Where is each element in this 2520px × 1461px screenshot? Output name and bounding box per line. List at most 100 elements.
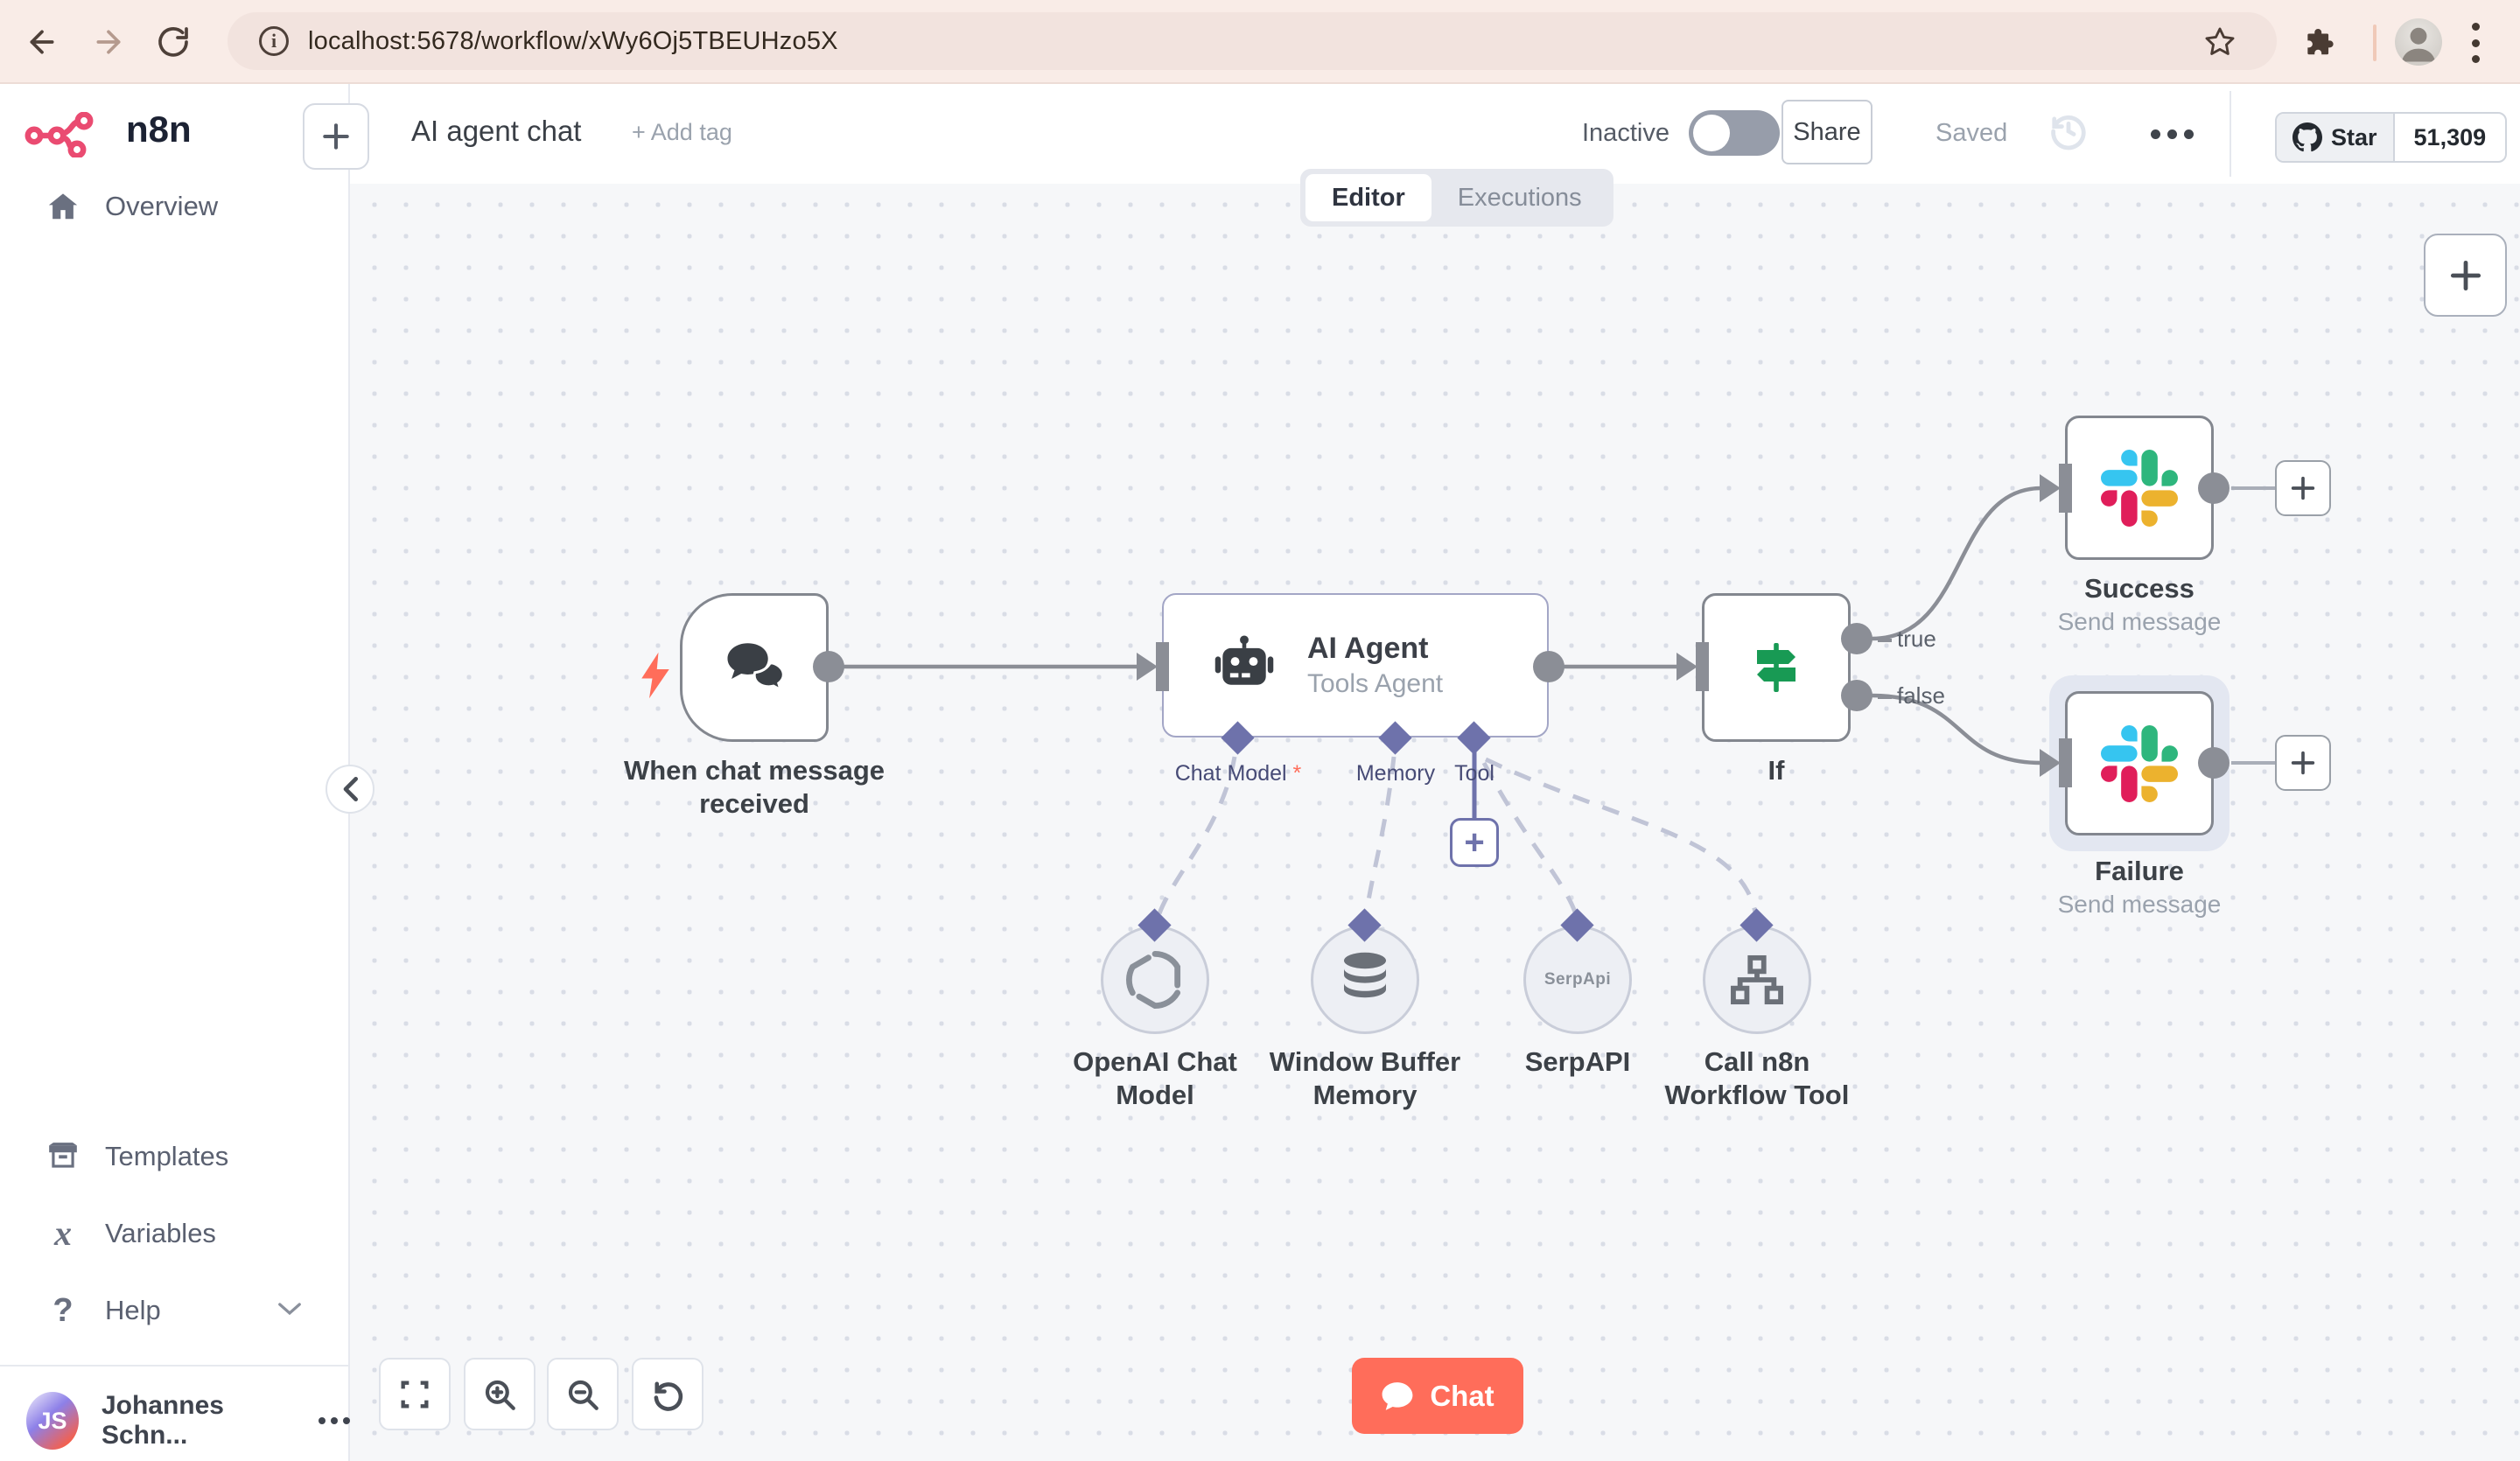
site-info-icon[interactable]: i (259, 26, 289, 56)
chevron-down-icon (276, 1300, 303, 1322)
github-star-button[interactable]: Star (2277, 114, 2395, 161)
node-call-n8n-workflow-tool[interactable] (1703, 926, 1811, 1034)
user-initials: JS (38, 1407, 67, 1434)
node-if[interactable] (1702, 593, 1851, 742)
node-when-chat-message-received[interactable] (680, 593, 829, 742)
new-workflow-button[interactable] (303, 103, 369, 170)
node-window-buffer-memory[interactable] (1311, 926, 1419, 1034)
chat-button[interactable]: Chat (1352, 1358, 1523, 1434)
tab-editor[interactable]: Editor (1306, 174, 1432, 221)
editor-executions-tabs: Editor Executions (1300, 169, 1614, 227)
zoom-in-button[interactable] (464, 1358, 536, 1430)
sidebar-item-help[interactable]: ? Help (0, 1283, 350, 1339)
activate-toggle[interactable] (1689, 110, 1780, 156)
openai-node-label: OpenAI Chat Model (1073, 1046, 1237, 1110)
n8n-app: n8n Overview Templates x Variables ? Hel… (0, 84, 2520, 1461)
trigger-bolt-icon (637, 650, 674, 705)
share-button[interactable]: Share (1782, 100, 1872, 164)
slack-icon (2068, 694, 2211, 833)
bookmark-star-icon[interactable] (2203, 25, 2236, 63)
sidebar-item-overview[interactable]: Overview (0, 178, 350, 234)
toolbar-separator (2373, 24, 2376, 61)
openai-icon (1126, 951, 1181, 1010)
browser-back-button[interactable] (21, 21, 63, 63)
plus-icon (2291, 751, 2315, 775)
user-name: Johannes Schn... (101, 1391, 224, 1450)
url-text[interactable]: localhost:5678/workflow/xWy6Oj5TBEUHzo5X (308, 27, 838, 56)
failure-node-label: Failure Send message (2057, 856, 2222, 918)
sidebar-item-label: Overview (105, 191, 219, 221)
zoom-to-fit-button[interactable] (379, 1358, 451, 1430)
sidebar-item-variables[interactable]: x Variables (0, 1206, 350, 1262)
required-marker: * (1292, 761, 1302, 786)
add-tool-button[interactable]: + (1450, 818, 1499, 867)
if-node-label: If (1768, 755, 1785, 786)
github-star-label: Star (2331, 123, 2377, 150)
failure-output-endpoint[interactable] (2198, 747, 2230, 779)
header-separator (2230, 91, 2231, 177)
node-ai-agent[interactable]: AI Agent Tools Agent (1162, 593, 1549, 737)
agent-subtitle: Tools Agent (1307, 669, 1444, 698)
browser-reload-button[interactable] (152, 21, 194, 63)
if-false-label: false (1878, 682, 1945, 709)
share-label: Share (1793, 117, 1861, 146)
sidebar-item-templates[interactable]: Templates (0, 1129, 350, 1185)
sidebar-collapse-button[interactable] (326, 765, 374, 814)
node-success[interactable] (2065, 416, 2214, 560)
add-tag-button[interactable]: + Add tag (632, 119, 732, 146)
port-label-chat-model: Chat Model * (1174, 761, 1302, 786)
browser-forward-button[interactable] (88, 21, 130, 63)
history-icon (2046, 108, 2091, 158)
robot-icon (1211, 634, 1278, 696)
browser-profile-avatar[interactable] (2395, 18, 2442, 66)
github-star-widget[interactable]: Star 51,309 (2275, 112, 2508, 163)
saved-status: Saved (1936, 119, 2008, 147)
success-add-node-button[interactable] (2275, 460, 2331, 516)
chat-bubbles-icon (682, 596, 826, 739)
add-node-button[interactable] (2424, 234, 2507, 317)
workflow-menu-button[interactable] (2151, 129, 2194, 139)
workflow-canvas[interactable]: When chat message received AI Agent Tool… (350, 184, 2520, 1461)
variables-x-icon: x (54, 1213, 72, 1253)
zoom-out-icon (568, 1380, 598, 1410)
tab-executions[interactable]: Executions (1432, 174, 1608, 221)
github-octocat-icon (2292, 122, 2322, 152)
templates-box-icon (44, 1140, 82, 1173)
user-menu[interactable]: JS Johannes Schn... (0, 1381, 350, 1461)
serpapi-logo-text: SerpApi (1544, 970, 1612, 989)
n8n-logo-icon[interactable] (24, 111, 108, 162)
node-failure[interactable] (2065, 691, 2214, 835)
user-options-button[interactable] (318, 1417, 350, 1424)
browser-menu-button[interactable] (2469, 23, 2482, 63)
chevron-left-icon (343, 777, 358, 801)
if-false-output-endpoint[interactable] (1841, 680, 1872, 711)
agent-title: AI Agent (1307, 632, 1429, 665)
trigger-output-endpoint[interactable] (813, 651, 844, 682)
workflow-hierarchy-icon (1731, 954, 1783, 1005)
workflow-title[interactable]: AI agent chat (411, 115, 581, 148)
failure-add-node-button[interactable] (2275, 735, 2331, 791)
n8n-logo-text[interactable]: n8n (126, 108, 192, 150)
success-output-endpoint[interactable] (2198, 472, 2230, 504)
github-star-count[interactable]: 51,309 (2395, 114, 2506, 161)
toggle-knob (1693, 115, 1730, 151)
address-bar[interactable]: i localhost:5678/workflow/xWy6Oj5TBEUHzo… (228, 12, 2277, 70)
plus-icon (2450, 260, 2481, 290)
user-avatar[interactable]: JS (26, 1392, 79, 1450)
main-area: AI agent chat + Add tag Inactive Share S… (350, 84, 2520, 1461)
help-question-icon: ? (52, 1291, 74, 1329)
fit-view-icon (401, 1381, 429, 1408)
node-serpapi[interactable]: SerpApi (1523, 926, 1632, 1034)
extensions-button[interactable] (2298, 21, 2340, 63)
database-icon (1344, 952, 1386, 998)
sidebar-divider (0, 1365, 348, 1367)
plus-icon (323, 123, 349, 150)
reset-zoom-button[interactable] (632, 1358, 704, 1430)
zoom-out-button[interactable] (547, 1358, 619, 1430)
node-openai-chat-model[interactable] (1101, 926, 1209, 1034)
if-true-output-endpoint[interactable] (1841, 623, 1872, 654)
agent-output-endpoint[interactable] (1533, 651, 1564, 682)
plus-icon (2291, 476, 2315, 500)
success-node-label: Success Send message (2057, 573, 2222, 635)
port-label-tool: Tool (1454, 761, 1494, 786)
